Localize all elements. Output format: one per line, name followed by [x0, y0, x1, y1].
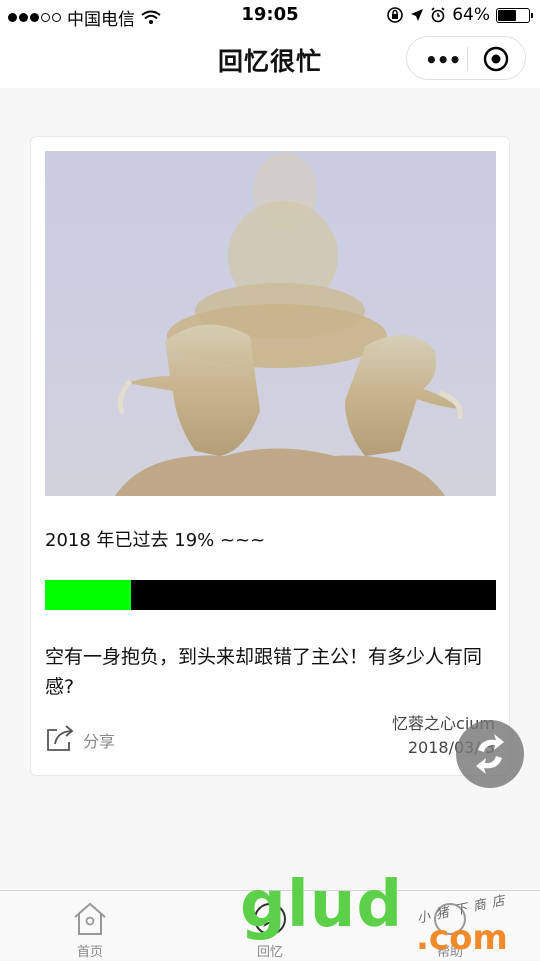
more-button[interactable]: ••• [425, 48, 461, 72]
card-photo[interactable] [45, 151, 496, 496]
year-progress-fill [45, 580, 131, 610]
mini-program-capsule: ••• [406, 36, 526, 80]
close-circle-icon[interactable] [483, 46, 509, 72]
tab-memory-label: 回忆 [256, 945, 283, 960]
statue-photo-illustration [45, 151, 496, 496]
home-icon [74, 902, 106, 935]
share-button[interactable]: 分享 [45, 724, 115, 752]
tab-home[interactable]: 首页 [0, 891, 180, 961]
post-text: 空有一身抱负，到头来却跟错了主公！有多少人有同感? [45, 646, 483, 698]
tab-bar: 首页 回忆 帮助 [0, 890, 540, 960]
year-progress-bar [45, 580, 496, 610]
help-icon [434, 903, 466, 935]
location-icon [411, 9, 424, 21]
rotation-lock-icon [387, 7, 404, 23]
share-icon [47, 725, 74, 751]
tab-home-label: 首页 [76, 945, 103, 960]
refresh-icon [476, 734, 504, 774]
tab-help[interactable]: 帮助 [360, 891, 540, 961]
status-bar: 中国电信 19:05 64% [0, 0, 540, 30]
alarm-icon [431, 7, 445, 23]
capsule-divider [467, 47, 468, 71]
year-progress-title: 2018 年已过去 19% ~~~ [45, 530, 266, 551]
compass-icon [254, 903, 286, 935]
tab-help-label: 帮助 [436, 945, 463, 960]
memory-card: 2018 年已过去 19% ~~~ 空有一身抱负，到头来却跟错了主公！有多少人有… [30, 136, 510, 776]
floating-refresh-button[interactable] [456, 720, 524, 788]
battery-fill [498, 9, 517, 21]
status-right: 64% [386, 5, 533, 25]
tab-memory[interactable]: 回忆 [180, 891, 360, 961]
share-label: 分享 [83, 732, 116, 751]
battery-icon [496, 7, 533, 23]
battery-percent: 64% [452, 5, 490, 25]
nav-bar: 回忆很忙 ••• [0, 30, 540, 88]
